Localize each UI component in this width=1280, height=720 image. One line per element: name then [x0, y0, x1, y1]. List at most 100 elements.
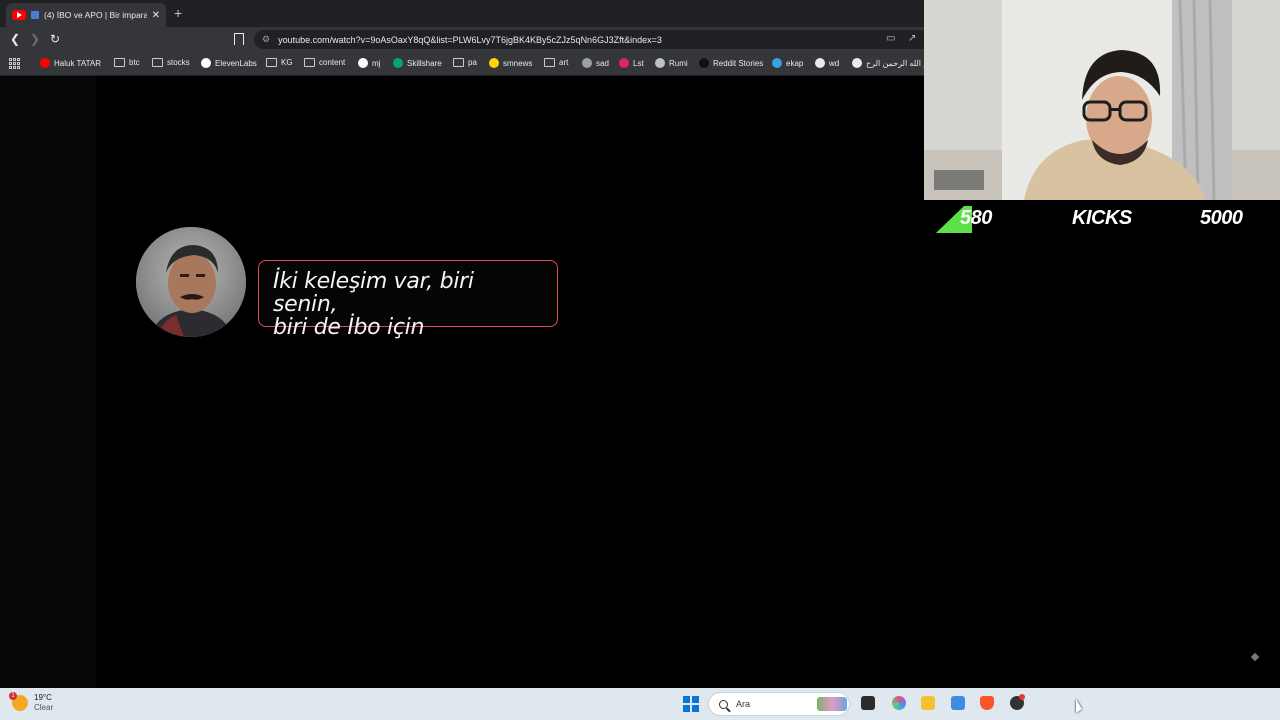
windows-start-icon[interactable]	[683, 696, 699, 712]
back-icon[interactable]: ❮	[8, 32, 22, 46]
tab-strip: (4) İBO ve APO | Bir imparator ✕ +	[0, 0, 924, 27]
brave-browser-icon[interactable]	[980, 696, 994, 710]
s-logo-icon	[619, 58, 629, 68]
forward-icon[interactable]: ❯	[28, 32, 42, 46]
folder-icon	[453, 58, 464, 67]
doc-icon	[852, 58, 862, 68]
tab-title: (4) İBO ve APO | Bir imparator	[44, 10, 147, 20]
video-player[interactable]: İki keleşim var, biri senin, biri de İbo…	[0, 76, 924, 688]
bookmark-label: KG	[281, 58, 293, 67]
stat-kicks-label: KICKS	[1072, 207, 1132, 229]
file-explorer-icon[interactable]	[921, 696, 935, 710]
folder-icon	[266, 58, 277, 67]
temperature-text: 19°C	[34, 693, 52, 702]
bookmark-item[interactable]: stocks	[152, 58, 190, 67]
search-highlight-icon	[817, 697, 847, 711]
skillshare-icon	[393, 58, 403, 68]
weather-widget[interactable]: 1 19°C Clear	[9, 692, 54, 713]
bird-icon	[772, 58, 782, 68]
taskbar-search[interactable]: Ara	[708, 692, 850, 716]
elevenlabs-icon	[201, 58, 211, 68]
weather-sun-icon: 1	[9, 692, 28, 711]
bookmark-item[interactable]: content	[304, 58, 345, 67]
bookmark-label: stocks	[167, 58, 190, 67]
notification-badge: 1	[9, 692, 17, 700]
site-info-icon[interactable]: ⚙	[262, 34, 270, 45]
bookmark-item[interactable]: Rumi	[655, 58, 688, 68]
stats-bar: 580 KICKS 5000	[924, 200, 1280, 236]
snipping-tool-icon[interactable]	[951, 696, 965, 710]
webcam-feed	[924, 0, 1280, 200]
copilot-icon[interactable]	[892, 696, 906, 710]
bookmark-label: Skillshare	[407, 58, 442, 68]
cast-icon[interactable]: ▭	[886, 33, 895, 44]
slash-icon	[582, 58, 592, 68]
browser-tab-active[interactable]: (4) İBO ve APO | Bir imparator ✕	[6, 3, 166, 27]
caption-bubble: İki keleşim var, biri senin, biri de İbo…	[258, 260, 558, 339]
d-logo-icon	[699, 58, 709, 68]
bookmark-item[interactable]: mj	[358, 58, 380, 68]
bookmark-label: Lst	[633, 58, 644, 68]
youtube-icon	[40, 58, 50, 68]
bookmark-item[interactable]: Skillshare	[393, 58, 442, 68]
bookmark-item[interactable]: KG	[266, 58, 293, 67]
speaker-portrait	[136, 227, 246, 337]
folder-icon	[304, 58, 315, 67]
folder-icon	[114, 58, 125, 67]
bookmark-label: btc	[129, 58, 140, 67]
bookmark-item[interactable]: Lst	[619, 58, 644, 68]
folder-icon	[544, 58, 555, 67]
share-icon[interactable]: ↗	[908, 33, 916, 44]
folder-icon	[152, 58, 163, 67]
globe-icon	[655, 58, 665, 68]
apps-grid-icon[interactable]	[9, 58, 20, 69]
close-tab-icon[interactable]: ✕	[152, 10, 160, 21]
reload-icon[interactable]: ↻	[48, 32, 62, 46]
overlay-background	[924, 236, 1280, 688]
bookmark-item[interactable]: btc	[114, 58, 140, 67]
bookmark-item[interactable]: wd	[815, 58, 839, 68]
bookmark-item[interactable]: sad	[582, 58, 609, 68]
audio-playing-icon[interactable]	[31, 11, 39, 19]
bookmark-item[interactable]: ekap	[772, 58, 803, 68]
address-bar[interactable]: ⚙ youtube.com/watch?v=9oAsOaxY8qQ&list=P…	[254, 30, 924, 49]
bookmark-label: pa	[468, 58, 477, 67]
bookmark-label: ElevenLabs	[215, 58, 257, 68]
bookmark-label: Haluk TATAR	[54, 58, 101, 68]
bookmark-label: Reddit Stories	[713, 58, 764, 68]
youtube-favicon-icon	[12, 10, 26, 20]
caption-line-1: İki keleşim var, biri senin,	[273, 269, 474, 317]
bookmark-label: content	[319, 58, 346, 67]
task-view-icon[interactable]	[861, 696, 875, 710]
browser-window: (4) İBO ve APO | Bir imparator ✕ + ❮ ❯ ↻…	[0, 0, 945, 76]
stat-right-value: 5000	[1200, 207, 1243, 229]
mouse-cursor	[1076, 699, 1082, 713]
bookmark-item[interactable]: pa	[453, 58, 477, 67]
bookmark-item[interactable]: Reddit Stories	[699, 58, 763, 68]
smiley-icon	[489, 58, 499, 68]
url-text: youtube.com/watch?v=9oAsOaxY8qQ&list=PLW…	[278, 34, 662, 45]
github-icon	[358, 58, 368, 68]
bookmark-label: smnews	[503, 58, 533, 68]
bookmark-label: wd	[829, 58, 840, 68]
bookmark-label: sad	[596, 58, 609, 68]
stat-left-value: 580	[960, 207, 992, 229]
wd-icon	[815, 58, 825, 68]
bookmark-label: Rumi	[669, 58, 688, 68]
bookmark-item[interactable]: ElevenLabs	[201, 58, 257, 68]
bookmark-item[interactable]: art	[544, 58, 568, 67]
new-tab-button[interactable]: +	[174, 5, 182, 21]
search-icon	[719, 699, 728, 709]
bookmark-item[interactable]: Haluk TATAR	[40, 58, 101, 68]
bookmark-item[interactable]: smnews	[489, 58, 532, 68]
search-placeholder: Ara	[736, 699, 751, 709]
bookmark-label: mj	[372, 58, 381, 68]
caption-line-2: biri de İbo için	[273, 315, 425, 340]
bookmark-label: ekap	[786, 58, 804, 68]
recording-dot-icon	[1019, 694, 1025, 700]
bookmark-icon[interactable]	[234, 33, 244, 45]
bookmark-label: art	[559, 58, 569, 67]
weather-condition-text: Clear	[34, 703, 54, 712]
browser-toolbar: ❮ ❯ ↻ ⚙ youtube.com/watch?v=9oAsOaxY8qQ&…	[0, 27, 924, 52]
taskbar: 1 19°C Clear Ara	[0, 688, 1280, 720]
